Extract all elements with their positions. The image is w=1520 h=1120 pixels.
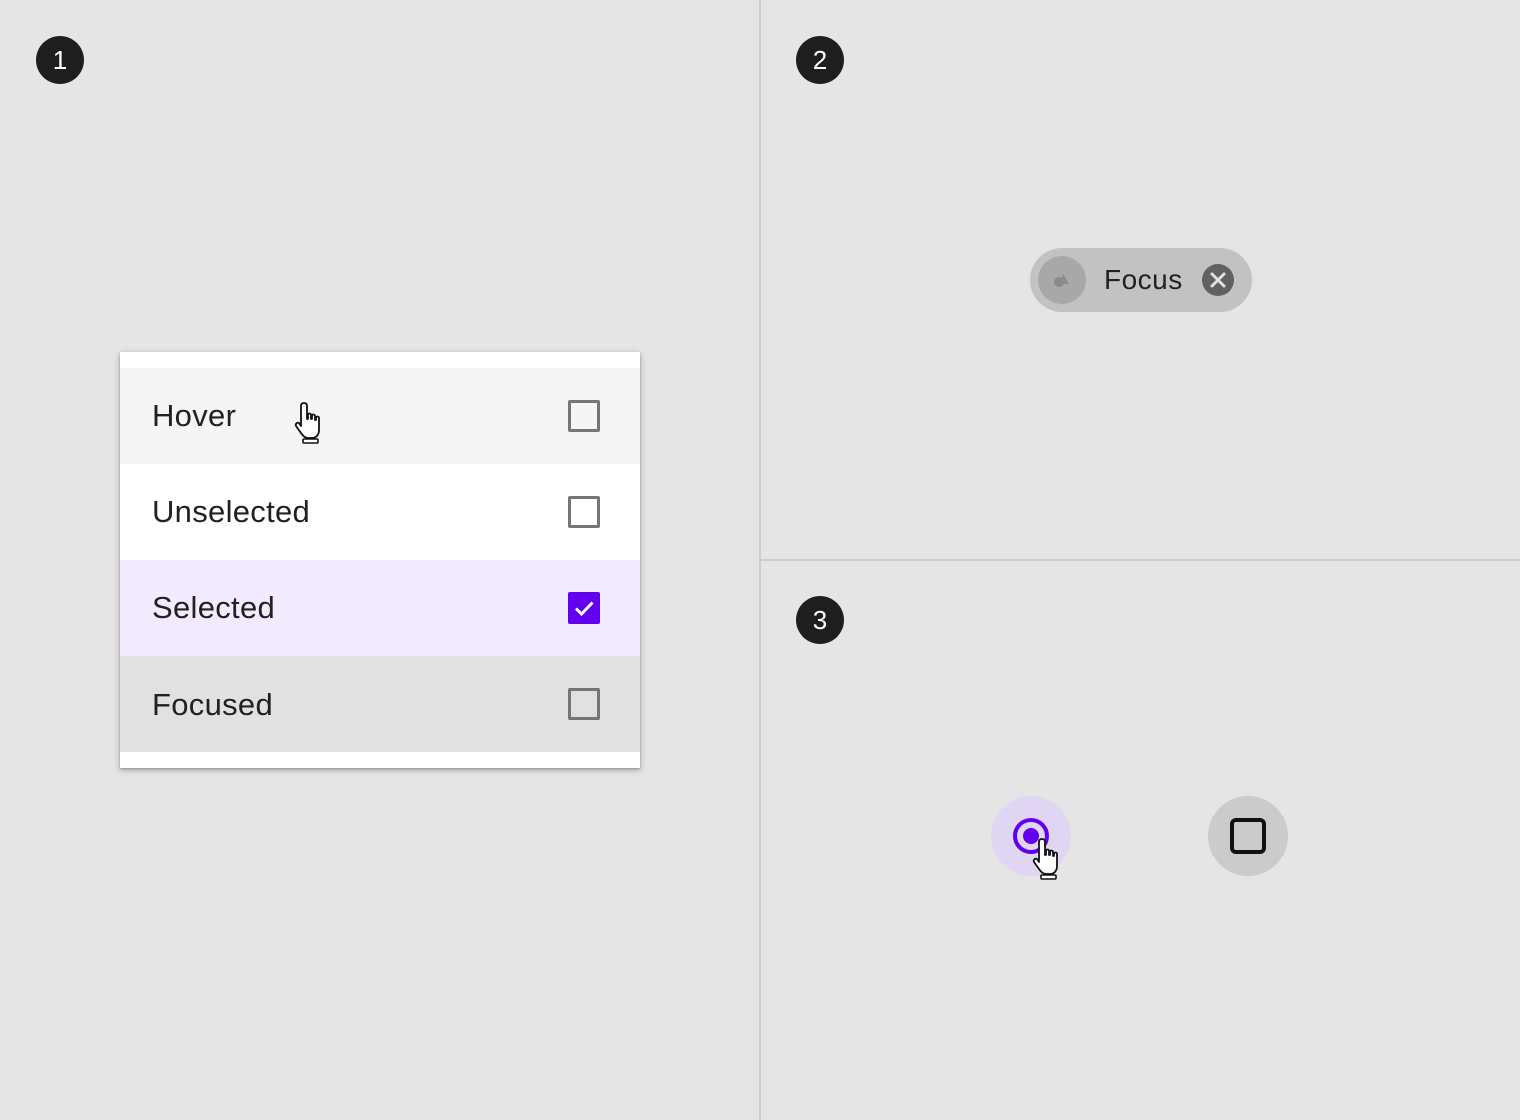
- step-marker-3: 3: [796, 596, 844, 644]
- hand-cursor-icon: [294, 402, 320, 444]
- check-icon: [574, 601, 594, 617]
- checkbox-unchecked-icon[interactable]: [568, 688, 600, 720]
- panel-divider-horizontal: [761, 559, 1520, 561]
- menu-item-unselected[interactable]: Unselected: [120, 464, 640, 560]
- step-marker-1: 1: [36, 36, 84, 84]
- menu-item-selected[interactable]: Selected: [120, 560, 640, 656]
- checkbox-checked-icon[interactable]: [568, 592, 600, 624]
- menu-item-label: Selected: [152, 590, 276, 625]
- menu-item-hover[interactable]: Hover: [120, 368, 640, 464]
- chip-label: Focus: [1104, 264, 1183, 295]
- menu-item-label: Focused: [152, 687, 273, 722]
- menu-item-label: Unselected: [152, 494, 311, 529]
- input-chip[interactable]: Focus: [1030, 248, 1252, 312]
- hand-cursor-icon: [1032, 838, 1058, 880]
- chip-close-button[interactable]: [1202, 264, 1234, 296]
- checkbox-unchecked-icon[interactable]: [1230, 818, 1266, 854]
- step-marker-2: 2: [796, 36, 844, 84]
- avatar: [1038, 256, 1086, 304]
- close-icon: [1202, 264, 1234, 296]
- checkbox-focus-state[interactable]: [1208, 796, 1288, 876]
- avatar-icon: [1054, 274, 1069, 287]
- checkbox-unchecked-icon[interactable]: [568, 400, 600, 432]
- menu-item-focused[interactable]: Focused: [120, 656, 640, 752]
- menu: Hover Unselected Selected Focused: [120, 352, 640, 768]
- checkbox-unchecked-icon[interactable]: [568, 496, 600, 528]
- menu-item-label: Hover: [152, 398, 237, 433]
